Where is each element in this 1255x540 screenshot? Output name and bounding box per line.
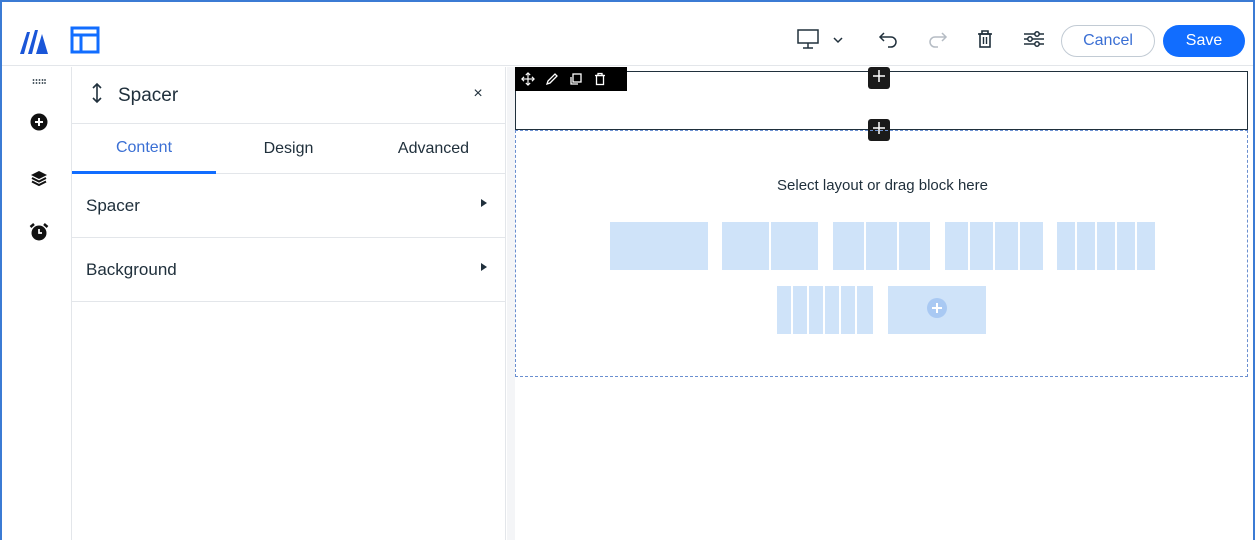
custom-layout-button[interactable]	[888, 286, 986, 334]
undo-button[interactable]	[874, 29, 904, 53]
cancel-button[interactable]: Cancel	[1061, 25, 1155, 57]
tab-advanced[interactable]: Advanced	[361, 124, 506, 174]
section-background[interactable]: Background	[72, 238, 506, 302]
desktop-monitor-icon	[796, 28, 820, 55]
wix-logo-icon[interactable]	[18, 26, 52, 56]
redo-button[interactable]	[922, 29, 952, 53]
tab-design[interactable]: Design	[216, 124, 361, 174]
layout-option-5-columns[interactable]	[1077, 222, 1095, 270]
tab-content[interactable]: Content	[72, 124, 216, 174]
redo-icon	[926, 29, 948, 54]
pencil-icon[interactable]	[545, 72, 559, 86]
left-rail	[2, 67, 72, 540]
add-section-above-button[interactable]	[868, 67, 890, 89]
panel-title: Spacer	[118, 85, 179, 106]
layout-option-3-columns[interactable]	[866, 222, 897, 270]
move-icon[interactable]	[521, 72, 535, 86]
add-circle-icon[interactable]	[26, 109, 52, 135]
sliders-icon	[1022, 29, 1046, 54]
layout-option-6-columns[interactable]	[809, 286, 823, 334]
caret-right-icon	[480, 262, 488, 275]
layout-option-5-columns[interactable]	[1137, 222, 1155, 270]
save-button[interactable]: Save	[1163, 25, 1245, 57]
layout-option-6-columns[interactable]	[777, 286, 791, 334]
chevron-down-icon	[832, 32, 844, 50]
layout-option-2-columns[interactable]	[722, 222, 769, 270]
layout-option-6-columns[interactable]	[825, 286, 839, 334]
panel-divider	[507, 67, 515, 540]
layout-option-6-columns[interactable]	[793, 286, 807, 334]
section-spacer[interactable]: Spacer	[72, 174, 506, 238]
drag-handle-icon[interactable]	[26, 69, 52, 95]
caret-right-icon	[480, 198, 488, 211]
panel-tabs: Content Design Advanced	[72, 124, 506, 174]
settings-panel: Spacer × Content Design Advanced Spacer …	[72, 67, 506, 540]
layout-option-3-columns[interactable]	[899, 222, 930, 270]
duplicate-icon[interactable]	[569, 72, 583, 86]
section-label: Background	[86, 260, 177, 279]
trash-icon[interactable]	[593, 72, 607, 86]
close-icon[interactable]: ×	[469, 85, 487, 103]
layout-option-4-columns[interactable]	[970, 222, 993, 270]
layout-option-2-columns[interactable]	[771, 222, 818, 270]
trash-icon	[976, 29, 994, 54]
panel-header: Spacer ×	[72, 67, 506, 124]
block-toolbar	[515, 67, 627, 91]
undo-icon	[878, 29, 900, 54]
vertical-arrows-icon	[90, 82, 104, 110]
layout-option-4-columns[interactable]	[945, 222, 968, 270]
layout-option-5-columns[interactable]	[1117, 222, 1135, 270]
layout-option-5-columns[interactable]	[1097, 222, 1115, 270]
layout-option-4-columns[interactable]	[1020, 222, 1043, 270]
dropzone-instruction: Select layout or drag block here	[777, 177, 988, 194]
top-bar: Cancel Save	[2, 2, 1253, 66]
layout-option-6-columns[interactable]	[841, 286, 855, 334]
layout-option-5-columns[interactable]	[1057, 222, 1075, 270]
layout-panel-icon[interactable]	[70, 26, 100, 54]
layout-option-4-columns[interactable]	[995, 222, 1018, 270]
device-switcher-button[interactable]	[790, 28, 850, 55]
alarm-clock-icon[interactable]	[26, 219, 52, 245]
layout-option-3-columns[interactable]	[833, 222, 864, 270]
plus-icon	[872, 69, 886, 88]
section-label: Spacer	[86, 196, 140, 215]
layout-dropzone[interactable]: Select layout or drag block here	[515, 130, 1248, 377]
layout-option-6-columns[interactable]	[857, 286, 873, 334]
delete-button[interactable]	[972, 29, 998, 53]
add-circle-icon	[926, 297, 948, 324]
settings-button[interactable]	[1018, 29, 1050, 53]
layout-option-1-column[interactable]	[610, 222, 708, 270]
layers-icon[interactable]	[26, 165, 52, 191]
